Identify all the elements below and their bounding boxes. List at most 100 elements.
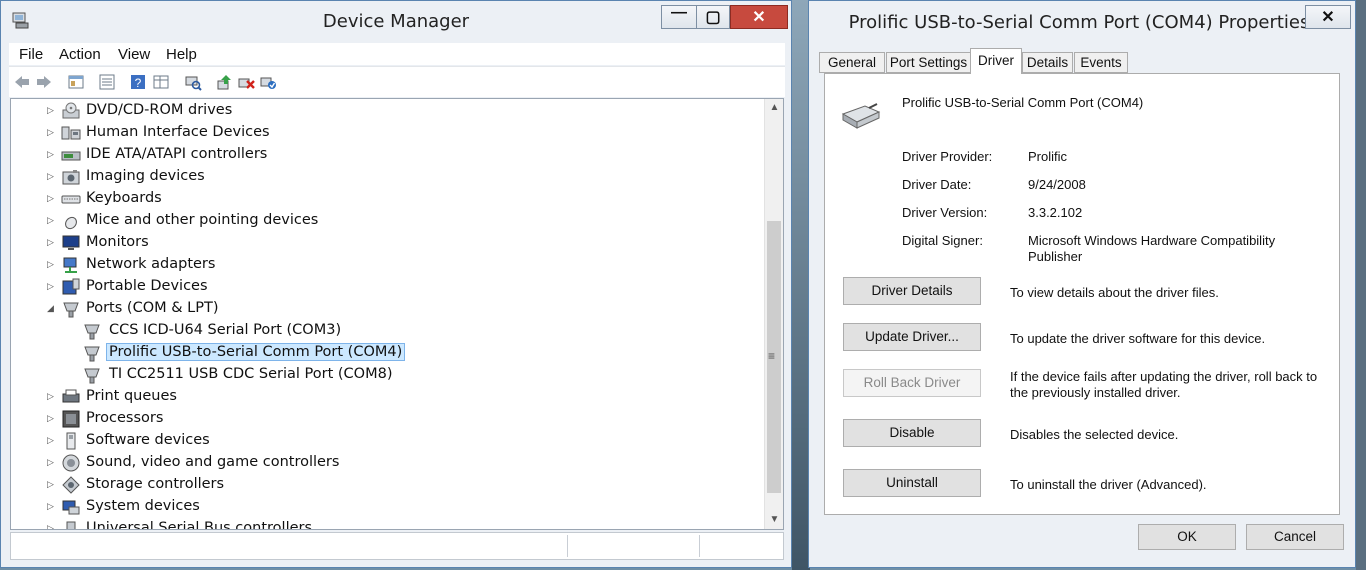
scroll-up-icon[interactable]: ▲ bbox=[765, 99, 783, 116]
tree-node-label: Prolific USB-to-Serial Comm Port (COM4) bbox=[106, 343, 406, 361]
port-icon bbox=[63, 302, 79, 318]
portable-device-icon bbox=[62, 278, 80, 295]
tree-scrollbar[interactable]: ▲ ≡ ▼ bbox=[764, 99, 783, 529]
minimize-icon: — bbox=[671, 4, 687, 21]
serial-port-device-icon bbox=[841, 103, 881, 129]
tree-node-label: Processors bbox=[86, 410, 164, 426]
dialog-close-button[interactable]: ✕ bbox=[1305, 5, 1351, 29]
ok-button[interactable]: OK bbox=[1138, 524, 1236, 550]
collapse-arrow-icon[interactable]: ◢ bbox=[47, 303, 57, 315]
roll-back-driver-button[interactable]: Roll Back Driver bbox=[843, 369, 981, 397]
port-icon bbox=[84, 324, 100, 340]
close-icon: ✕ bbox=[1321, 9, 1335, 26]
port-icon bbox=[84, 346, 100, 362]
field-label: Driver Date: bbox=[902, 177, 972, 192]
expand-arrow-icon[interactable]: ▷ bbox=[47, 523, 57, 529]
toolbar: ? bbox=[9, 66, 785, 97]
expand-arrow-icon[interactable]: ▷ bbox=[47, 457, 57, 469]
action-description: To uninstall the driver (Advanced). bbox=[1010, 477, 1207, 492]
tree-node-label: Human Interface Devices bbox=[86, 124, 270, 140]
back-icon[interactable] bbox=[13, 73, 31, 91]
device-tree[interactable]: ▷ DVD/CD-ROM drives ▷ Human Interface De… bbox=[10, 98, 784, 530]
expand-arrow-icon[interactable]: ▷ bbox=[47, 171, 57, 183]
scroll-down-icon[interactable]: ▼ bbox=[765, 511, 783, 528]
tab-details[interactable]: Details bbox=[1022, 52, 1073, 73]
tab-general[interactable]: General bbox=[819, 52, 885, 73]
status-divider bbox=[699, 535, 700, 557]
status-bar bbox=[10, 532, 784, 560]
port-icon bbox=[84, 368, 100, 384]
svg-text:?: ? bbox=[135, 76, 142, 90]
expand-arrow-icon[interactable]: ▷ bbox=[47, 501, 57, 513]
menu-bar: File Action View Help bbox=[9, 43, 785, 65]
menu-help[interactable]: Help bbox=[166, 46, 197, 63]
device-manager-titlebar[interactable]: Device Manager — ▢ ✕ bbox=[1, 1, 791, 39]
usb-icon bbox=[66, 521, 76, 529]
close-button[interactable]: ✕ bbox=[730, 5, 788, 29]
tab-port-settings[interactable]: Port Settings bbox=[886, 52, 971, 73]
tree-node-label: Mice and other pointing devices bbox=[86, 212, 319, 228]
expand-arrow-icon[interactable]: ▷ bbox=[47, 193, 57, 205]
expand-arrow-icon[interactable]: ▷ bbox=[47, 391, 57, 403]
driver-details-button[interactable]: Driver Details bbox=[843, 277, 981, 305]
expand-arrow-icon[interactable]: ▷ bbox=[47, 281, 57, 293]
tab-events[interactable]: Events bbox=[1074, 52, 1128, 73]
maximize-button[interactable]: ▢ bbox=[696, 5, 730, 29]
disable-button[interactable]: Disable bbox=[843, 419, 981, 447]
field-label: Driver Version: bbox=[902, 205, 988, 220]
dvd-drive-icon bbox=[62, 102, 80, 119]
properties-panel-icon[interactable] bbox=[67, 73, 85, 91]
dialog-title: Prolific USB-to-Serial Comm Port (COM4) … bbox=[848, 12, 1310, 33]
menu-action[interactable]: Action bbox=[59, 46, 101, 63]
device-name: Prolific USB-to-Serial Comm Port (COM4) bbox=[902, 95, 1144, 110]
tree-node-label: Portable Devices bbox=[86, 278, 208, 294]
expand-arrow-icon[interactable]: ▷ bbox=[47, 105, 57, 117]
action-description: To update the driver software for this d… bbox=[1010, 331, 1266, 346]
minimize-button[interactable]: — bbox=[661, 4, 697, 29]
uninstall-icon[interactable] bbox=[237, 73, 255, 91]
speaker-icon bbox=[62, 454, 80, 472]
help-icon[interactable]: ? bbox=[129, 73, 147, 91]
cancel-button[interactable]: Cancel bbox=[1246, 524, 1344, 550]
monitor-icon bbox=[62, 235, 80, 250]
scan-hardware-icon[interactable] bbox=[184, 73, 202, 91]
menu-view[interactable]: View bbox=[118, 46, 150, 63]
tree-node-label: Network adapters bbox=[86, 256, 216, 272]
mouse-icon bbox=[65, 216, 77, 230]
details-view-icon[interactable] bbox=[152, 73, 170, 91]
system-icon bbox=[62, 500, 80, 515]
enable-device-icon[interactable] bbox=[259, 73, 277, 91]
tree-node-label: Ports (COM & LPT) bbox=[86, 300, 219, 316]
forward-icon[interactable] bbox=[35, 73, 53, 91]
hid-icon bbox=[61, 126, 81, 140]
expand-arrow-icon[interactable]: ▷ bbox=[47, 259, 57, 271]
software-device-icon bbox=[66, 432, 76, 450]
expand-arrow-icon[interactable]: ▷ bbox=[47, 215, 57, 227]
field-value-date: 9/24/2008 bbox=[1028, 177, 1086, 192]
maximize-icon: ▢ bbox=[705, 9, 721, 26]
ide-controller-icon bbox=[61, 151, 81, 161]
update-driver-button[interactable]: Update Driver... bbox=[843, 323, 981, 351]
tab-driver[interactable]: Driver bbox=[970, 48, 1022, 74]
uninstall-button[interactable]: Uninstall bbox=[843, 469, 981, 497]
tree-node-label: DVD/CD-ROM drives bbox=[86, 102, 233, 118]
tree-node-label: Storage controllers bbox=[86, 476, 225, 492]
update-driver-icon[interactable] bbox=[215, 73, 233, 91]
menu-file[interactable]: File bbox=[19, 46, 43, 63]
network-icon bbox=[63, 257, 77, 273]
tree-node-label: Monitors bbox=[86, 234, 149, 250]
expand-arrow-icon[interactable]: ▷ bbox=[47, 149, 57, 161]
field-value-provider: Prolific bbox=[1028, 149, 1068, 164]
properties-dialog: Prolific USB-to-Serial Comm Port (COM4) … bbox=[808, 0, 1356, 568]
expand-arrow-icon[interactable]: ▷ bbox=[47, 413, 57, 425]
tree-node-label: Sound, video and game controllers bbox=[86, 454, 340, 470]
field-label: Digital Signer: bbox=[902, 233, 983, 248]
tree-node-label: TI CC2511 USB CDC Serial Port (COM8) bbox=[109, 366, 393, 382]
expand-arrow-icon[interactable]: ▷ bbox=[47, 479, 57, 491]
action-description: If the device fails after updating the d… bbox=[1010, 369, 1318, 400]
expand-arrow-icon[interactable]: ▷ bbox=[47, 435, 57, 447]
expand-arrow-icon[interactable]: ▷ bbox=[47, 127, 57, 139]
expand-arrow-icon[interactable]: ▷ bbox=[47, 237, 57, 249]
list-view-icon[interactable] bbox=[98, 73, 116, 91]
tree-node-label: IDE ATA/ATAPI controllers bbox=[86, 146, 268, 162]
